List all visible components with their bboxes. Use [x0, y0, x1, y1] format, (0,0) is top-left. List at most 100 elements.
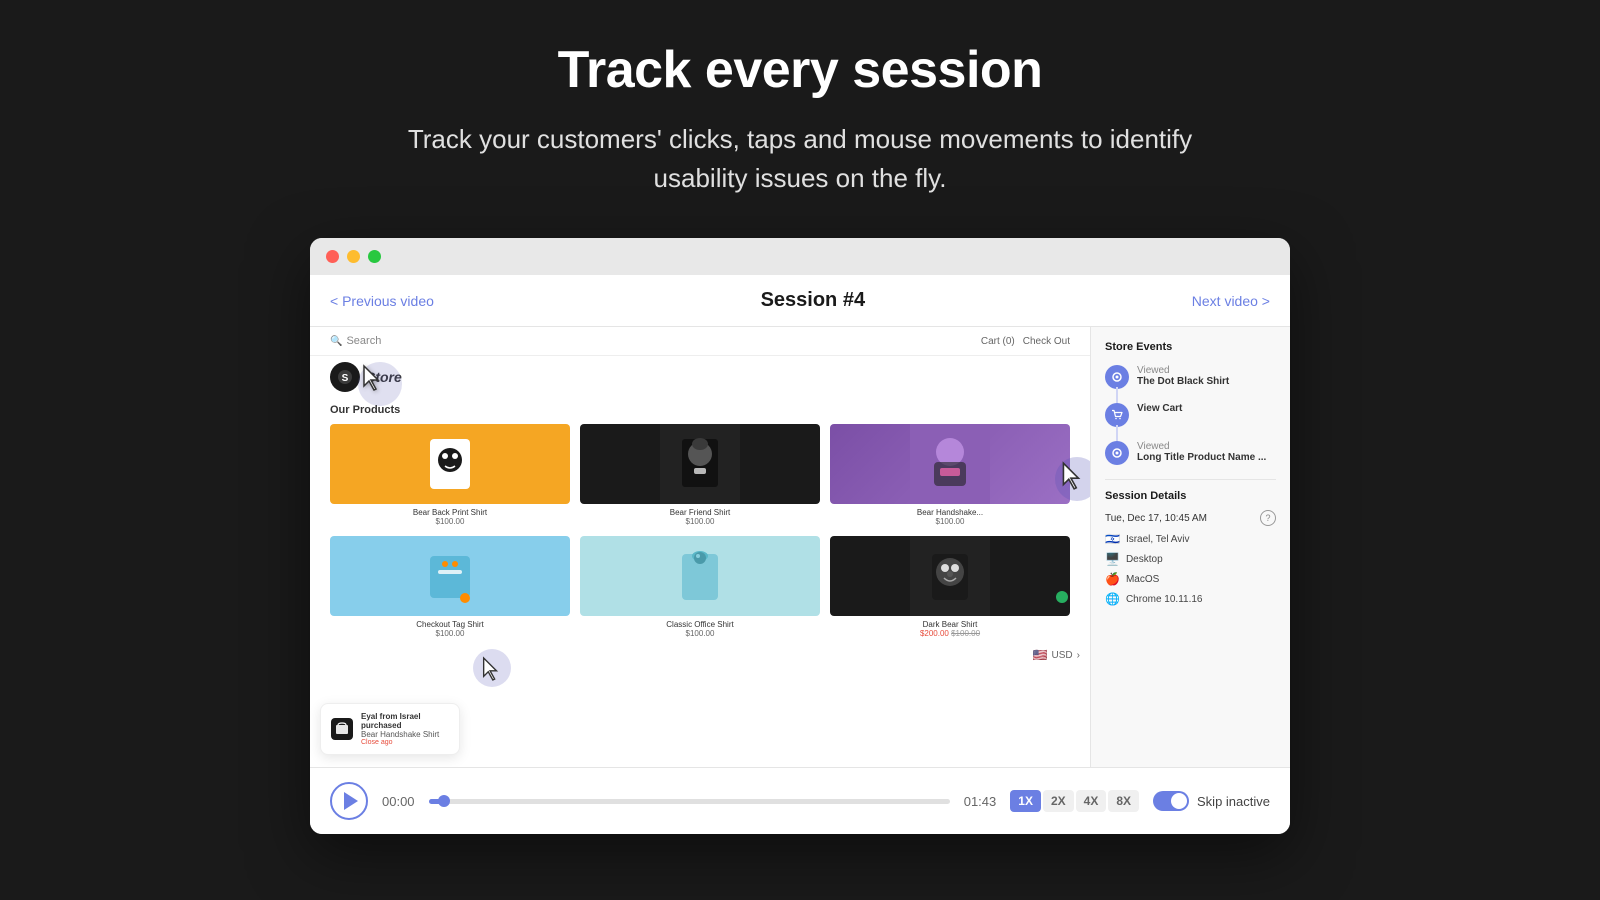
product-price-1: $100.00 [330, 517, 570, 526]
toggle-knob [1171, 793, 1187, 809]
browser-window: < Previous video Session #4 Next video >… [310, 238, 1290, 834]
store-search[interactable]: 🔍 Search [330, 335, 381, 347]
flag-detail-icon: 🇮🇱 [1105, 532, 1120, 546]
product-name-4: Checkout Tag Shirt [330, 620, 570, 629]
product-price-6: $200.00 $100.00 [830, 629, 1070, 638]
skip-inactive-toggle: Skip inactive [1153, 791, 1270, 811]
browser-body: < Previous video Session #4 Next video >… [310, 275, 1290, 834]
session-content: 🔍 Search Cart (0) Check Out S [310, 327, 1290, 767]
checkout-label[interactable]: Check Out [1023, 336, 1070, 347]
chevron-right-icon: › [1077, 650, 1080, 661]
product-image-5 [580, 536, 820, 616]
speed-4x[interactable]: 4X [1076, 790, 1107, 812]
chrome-icon: 🌐 [1105, 592, 1120, 606]
product-card-3[interactable]: Bear Handshake... $100.00 [830, 424, 1070, 526]
speed-1x[interactable]: 1X [1010, 790, 1041, 812]
traffic-light-fullscreen[interactable] [368, 250, 381, 263]
progress-container[interactable] [429, 799, 950, 804]
speed-8x[interactable]: 8X [1108, 790, 1139, 812]
info-icon[interactable]: ? [1260, 510, 1276, 526]
prev-video-button[interactable]: < Previous video [330, 293, 434, 309]
apple-icon: 🍎 [1105, 572, 1120, 586]
view-icon-1 [1105, 365, 1129, 389]
session-title: Session #4 [761, 289, 866, 312]
store-cart-nav: Cart (0) Check Out [981, 336, 1070, 347]
progress-fill [429, 799, 445, 804]
search-icon: 🔍 [330, 336, 342, 347]
skip-inactive-switch[interactable] [1153, 791, 1189, 811]
store-logo: S [330, 362, 360, 392]
view-icon-2 [1105, 441, 1129, 465]
product-card-1[interactable]: Bear Back Print Shirt $100.00 [330, 424, 570, 526]
next-video-button[interactable]: Next video > [1192, 293, 1270, 309]
progress-track[interactable] [429, 799, 950, 804]
sidebar-panel: Store Events Viewed The Dot Black Shirt [1090, 327, 1290, 767]
store-logo-area: S Store [310, 356, 1090, 398]
play-button[interactable] [330, 782, 368, 820]
active-dot [1056, 591, 1068, 603]
event-connector-1 [1116, 387, 1118, 403]
os-row: 🍎 MacOS [1105, 572, 1276, 586]
cart-label[interactable]: Cart (0) [981, 336, 1015, 347]
event-text-3: Viewed Long Title Product Name ... [1137, 441, 1276, 463]
product-image-6 [830, 536, 1070, 616]
notif-shop-icon [331, 718, 353, 740]
product-price-5: $100.00 [580, 629, 820, 638]
store-area: 🔍 Search Cart (0) Check Out S [310, 327, 1090, 767]
products-grid: Bear Back Print Shirt $100.00 [330, 424, 1070, 638]
events-section-title: Store Events [1105, 341, 1276, 353]
usd-label[interactable]: USD [1052, 650, 1073, 661]
timestamp-row: Tue, Dec 17, 10:45 AM ? [1105, 510, 1276, 526]
event-item-3: Viewed Long Title Product Name ... [1105, 441, 1276, 465]
product-price-3: $100.00 [830, 517, 1070, 526]
product-card-6[interactable]: Dark Bear Shirt $200.00 $100.00 [830, 536, 1070, 638]
cursor-icon-2 [1059, 461, 1085, 491]
product-card-5[interactable]: Classic Office Shirt $100.00 [580, 536, 820, 638]
event-item-2: View Cart [1105, 403, 1276, 427]
product-price-4: $100.00 [330, 629, 570, 638]
product-name-1: Bear Back Print Shirt [330, 508, 570, 517]
play-icon [344, 792, 358, 810]
notif-text: Eyal from Israel purchased Bear Handshak… [361, 712, 449, 746]
hero-section: Track every session Track your customers… [388, 0, 1212, 228]
product-image-2 [580, 424, 820, 504]
session-details-section: Session Details Tue, Dec 17, 10:45 AM ? … [1105, 479, 1276, 606]
product-card-2[interactable]: Bear Friend Shirt $100.00 [580, 424, 820, 526]
hero-subtitle: Track your customers' clicks, taps and m… [408, 120, 1192, 198]
desktop-icon: 🖥️ [1105, 552, 1120, 566]
cursor-icon [360, 364, 384, 392]
search-placeholder: Search [346, 335, 381, 347]
event-item-1: Viewed The Dot Black Shirt [1105, 365, 1276, 389]
products-section-title: Our Products [330, 404, 1070, 416]
cursor-icon-3 [480, 656, 502, 682]
browser-row: 🌐 Chrome 10.11.16 [1105, 592, 1276, 606]
product-price-2: $100.00 [580, 517, 820, 526]
product-card-4[interactable]: Checkout Tag Shirt $100.00 [330, 536, 570, 638]
product-name-3: Bear Handshake... [830, 508, 1070, 517]
device-row: 🖥️ Desktop [1105, 552, 1276, 566]
progress-dot [438, 795, 450, 807]
speed-2x[interactable]: 2X [1043, 790, 1074, 812]
svg-text:S: S [342, 373, 349, 384]
playback-bar: 00:00 01:43 1X 2X 4X 8X Skip inac [310, 767, 1290, 834]
product-image-3 [830, 424, 1070, 504]
session-nav: < Previous video Session #4 Next video > [310, 275, 1290, 327]
cursor-3-area [480, 656, 502, 687]
skip-inactive-label: Skip inactive [1197, 794, 1270, 809]
location-row: 🇮🇱 Israel, Tel Aviv [1105, 532, 1276, 546]
traffic-light-minimize[interactable] [347, 250, 360, 263]
notification-popup: Eyal from Israel purchased Bear Handshak… [320, 703, 460, 755]
hero-title: Track every session [408, 40, 1192, 100]
flag-icon: 🇺🇸 [1033, 648, 1048, 662]
traffic-light-close[interactable] [326, 250, 339, 263]
time-start: 00:00 [382, 794, 415, 809]
product-name-2: Bear Friend Shirt [580, 508, 820, 517]
store-header: 🔍 Search Cart (0) Check Out [310, 327, 1090, 356]
product-image-4 [330, 536, 570, 616]
usd-row: 🇺🇸 USD › [310, 644, 1090, 666]
browser-titlebar [310, 238, 1290, 275]
speed-controls: 1X 2X 4X 8X [1010, 790, 1139, 812]
cart-icon-1 [1105, 403, 1129, 427]
product-name-5: Classic Office Shirt [580, 620, 820, 629]
event-connector-2 [1116, 425, 1118, 441]
